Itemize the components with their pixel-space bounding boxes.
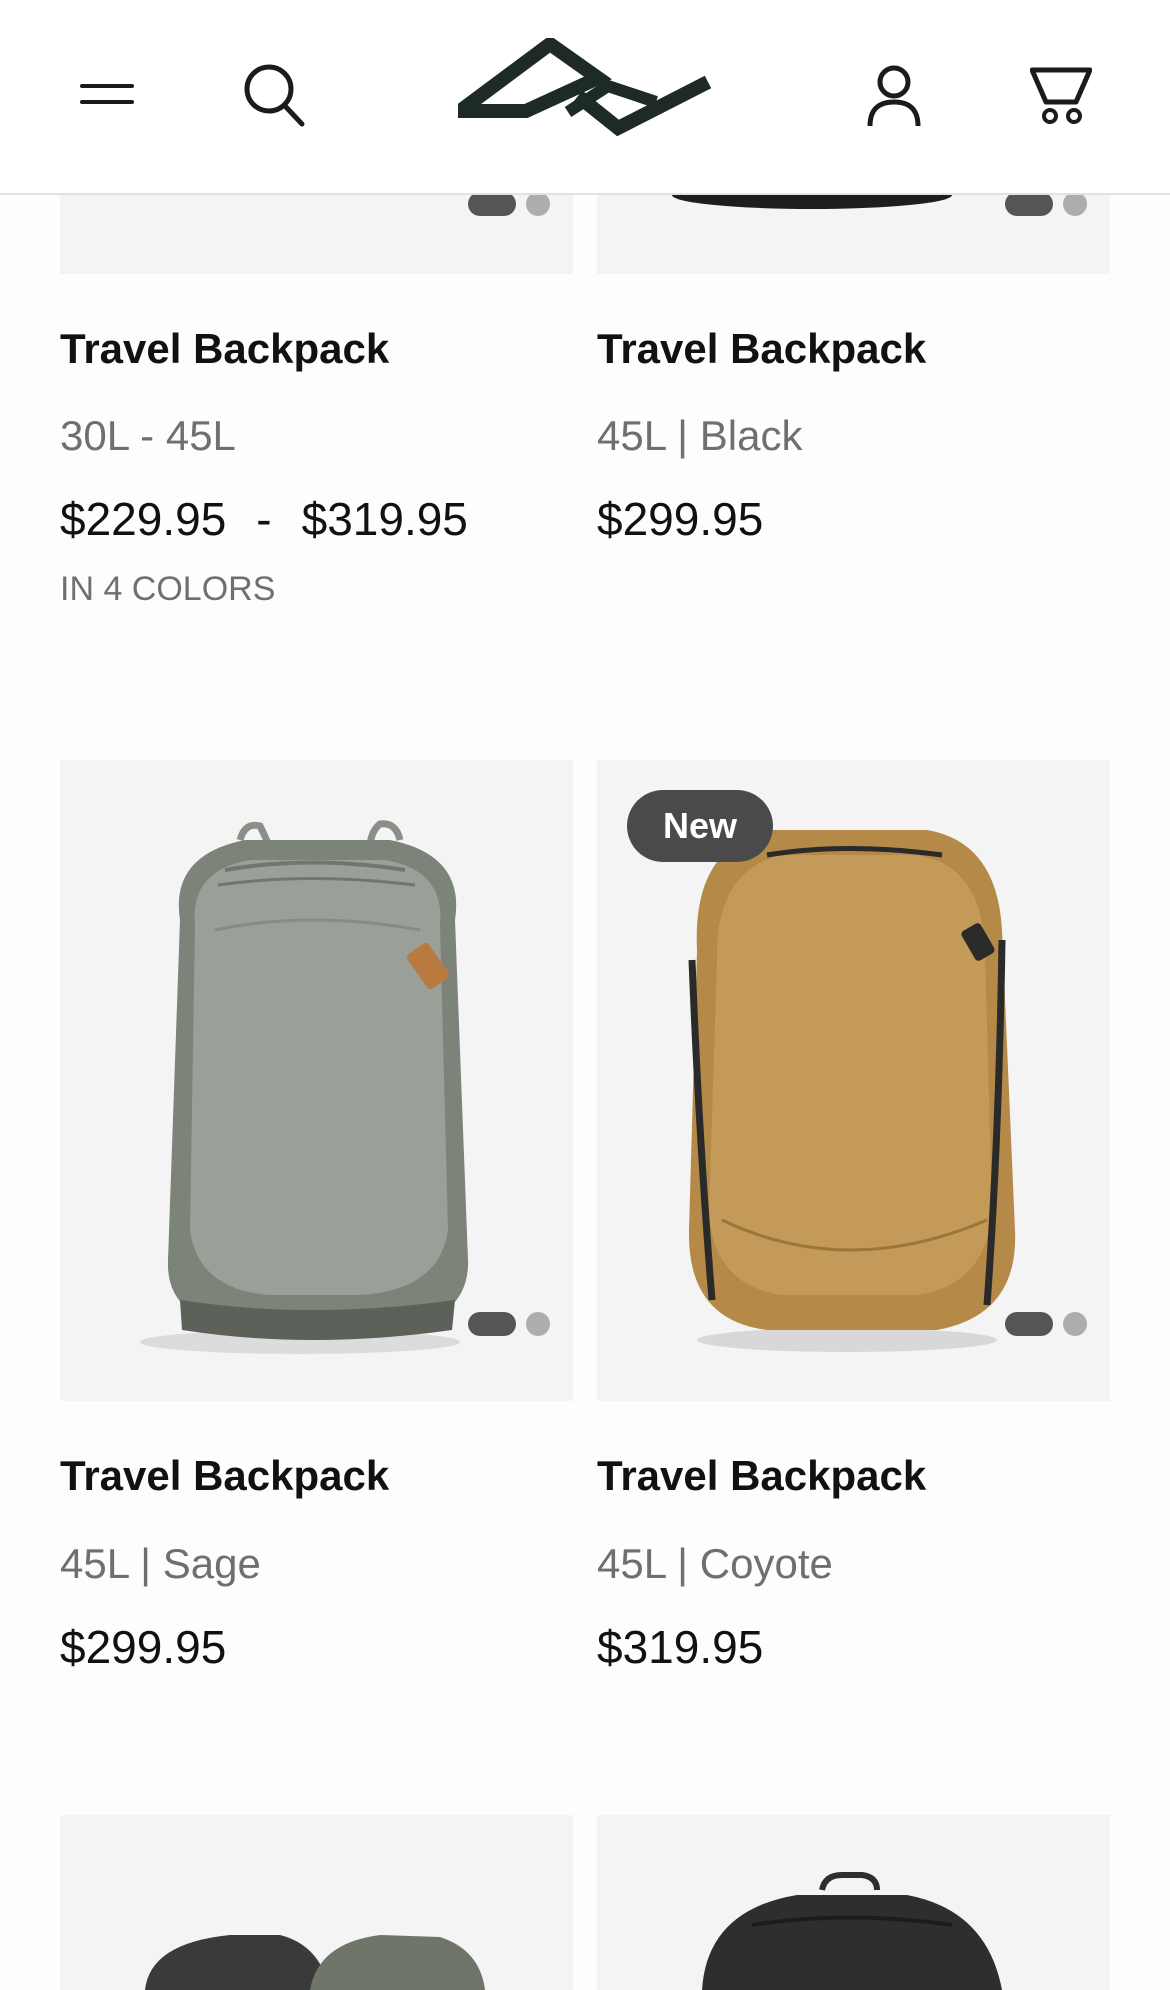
backpack-image <box>145 1935 485 1990</box>
product-variant: 45L | Black <box>597 412 803 459</box>
product-variant: 45L | Coyote <box>597 1540 833 1587</box>
carousel-dot-active[interactable] <box>468 1312 516 1336</box>
product-image-tile[interactable]: New <box>597 760 1110 1401</box>
product-name[interactable]: Travel Backpack <box>597 1452 926 1500</box>
product-price: $319.95 <box>597 1621 764 1673</box>
site-header <box>0 0 1170 195</box>
carousel-dots <box>468 192 550 216</box>
carousel-dot[interactable] <box>526 192 550 216</box>
product-price: $299.95 <box>60 1621 227 1673</box>
price-from: $229.95 <box>60 493 227 545</box>
carousel-dots <box>468 1312 550 1336</box>
peak-design-logo[interactable] <box>458 38 713 150</box>
product-name[interactable]: Travel Backpack <box>60 1452 389 1500</box>
carousel-dots <box>1005 192 1087 216</box>
product-image-tile[interactable] <box>597 1815 1110 1990</box>
carousel-dots <box>1005 1312 1087 1336</box>
carousel-dot-active[interactable] <box>1005 192 1053 216</box>
product-image-tile[interactable] <box>60 760 573 1401</box>
product-name[interactable]: Travel Backpack <box>60 325 389 373</box>
product-variant: 45L | Sage <box>60 1540 261 1587</box>
new-badge: New <box>627 790 774 862</box>
carousel-dot[interactable] <box>526 1312 550 1336</box>
carousel-dot[interactable] <box>1063 192 1087 216</box>
carousel-dot-active[interactable] <box>468 192 516 216</box>
price-to: $319.95 <box>301 493 468 545</box>
product-grid: Travel Backpack 30L - 45L $229.95- $319.9… <box>0 0 1170 1990</box>
product-name[interactable]: Travel Backpack <box>597 325 926 373</box>
product-price: $299.95 <box>597 493 764 545</box>
user-icon[interactable] <box>866 64 922 128</box>
backpack-image <box>702 1872 1002 1990</box>
product-variant: 30L - 45L <box>60 412 236 459</box>
search-icon[interactable] <box>242 62 306 128</box>
sage-backpack-image <box>140 820 469 1354</box>
carousel-dot[interactable] <box>1063 1312 1087 1336</box>
carousel-dot-active[interactable] <box>1005 1312 1053 1336</box>
cart-icon[interactable] <box>1030 66 1092 126</box>
price-separator: - <box>256 493 272 545</box>
product-image-tile[interactable] <box>60 1815 573 1990</box>
color-count: IN 4 COLORS <box>60 570 276 608</box>
product-price: $229.95- $319.95 <box>60 492 468 546</box>
hamburger-icon[interactable] <box>78 78 138 110</box>
